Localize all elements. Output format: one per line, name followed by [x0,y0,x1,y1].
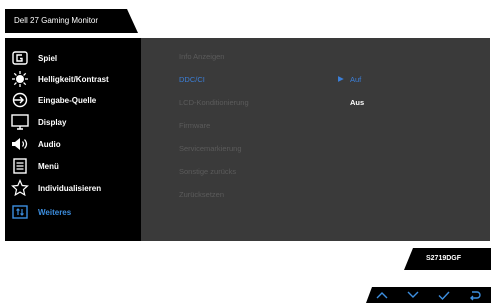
submenu-panel: Info Anzeigen DDC/CI LCD-Konditionierung… [141,38,490,241]
submenu-item-lcd-konditionierung[interactable]: LCD-Konditionierung [179,98,249,107]
sidebar-item-weiteres[interactable]: Weiteres [11,202,139,222]
submenu-item-info-anzeigen[interactable]: Info Anzeigen [179,52,224,61]
sidebar-item-helligkeit-kontrast[interactable]: Helligkeit/Kontrast [11,69,139,89]
checkmark-icon[interactable] [437,289,451,301]
others-icon [11,203,29,221]
monitor-title-tab: Dell 27 Gaming Monitor [5,9,138,33]
menu-icon [11,157,29,175]
sidebar: Spiel Helligkeit/Kontrast Eingabe-Quelle… [5,38,141,241]
input-source-icon [11,91,29,109]
sidebar-item-label: Eingabe-Quelle [38,95,97,105]
submenu-item-firmware[interactable]: Firmware [179,121,210,130]
down-arrow-icon[interactable] [406,289,420,301]
sidebar-item-label: Weiteres [38,207,72,217]
sidebar-item-label: Helligkeit/Kontrast [38,74,109,84]
sidebar-item-label: Individualisieren [38,183,102,193]
submenu-item-servicemarkierung[interactable]: Servicemarkierung [179,144,242,153]
model-label: S2719DGF [426,255,462,262]
option-auf[interactable]: Auf [350,75,361,84]
sidebar-item-label: Spiel [38,53,58,63]
submenu-item-zuruecksetzen[interactable]: Zurücksetzen [179,190,224,199]
sidebar-item-display[interactable]: Display [11,112,139,132]
navigation-button-bar [366,287,491,303]
osd-menu: Spiel Helligkeit/Kontrast Eingabe-Quelle… [5,38,490,241]
game-icon [11,49,29,67]
sidebar-item-spiel[interactable]: Spiel [11,48,139,68]
sidebar-item-menue[interactable]: Menü [11,156,139,176]
submenu-item-ddc-ci[interactable]: DDC/CI [179,75,205,84]
sidebar-item-label: Audio [38,139,61,149]
selected-arrow-icon: ▶ [338,74,344,83]
display-icon [11,113,29,131]
sidebar-item-audio[interactable]: Audio [11,134,139,154]
sidebar-item-individualisieren[interactable]: Individualisieren [11,178,139,198]
sidebar-item-label: Menü [38,161,59,171]
monitor-title: Dell 27 Gaming Monitor [14,16,99,25]
sidebar-item-eingabe-quelle[interactable]: Eingabe-Quelle [11,90,139,110]
brightness-icon [11,70,29,88]
speaker-icon [11,135,29,153]
model-label-box: S2719DGF [404,248,491,270]
sidebar-item-label: Display [38,117,67,127]
star-icon [11,179,29,197]
submenu-item-sonstige-zuruecks[interactable]: Sonstige zurücks [179,167,236,176]
option-aus[interactable]: Aus [350,98,364,107]
back-icon[interactable] [468,289,482,301]
up-arrow-icon[interactable] [375,289,389,301]
